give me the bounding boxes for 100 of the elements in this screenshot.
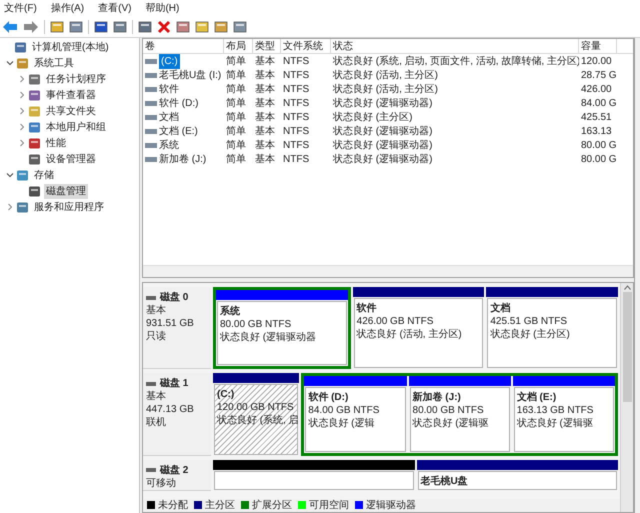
tree-item[interactable]: 系统工具 (32, 56, 76, 70)
partition-info: 状态良好 (逻辑驱动器 (220, 331, 318, 344)
table-cell-text: 简单 (226, 124, 246, 138)
column-header[interactable]: 容量 (579, 39, 617, 53)
table-cell-text: 系统 (159, 138, 179, 152)
volume-row[interactable]: 软件 简单 基本 NTFS 状态良好 (活动, 主分区) 426.00 (143, 82, 633, 96)
volume-row[interactable]: 新加卷 (J:) 简单 基本 NTFS 状态良好 (逻辑驱动器) 80.00 G (143, 152, 633, 166)
forward-arrow-icon[interactable] (23, 20, 39, 34)
toolbar-icon[interactable] (233, 20, 247, 34)
menu-item[interactable]: 操作(A) (50, 0, 84, 16)
toolbar-icon[interactable] (176, 20, 190, 34)
table-cell-text: 软件 (159, 82, 179, 96)
legend-label: 主分区 (205, 498, 235, 513)
volume-row[interactable]: 老毛桃U盘 (I:) 简单 基本 NTFS 状态良好 (活动, 主分区) 28.75 G (143, 68, 633, 82)
tree-icon (28, 104, 41, 118)
tree-item[interactable]: 事件查看器 (44, 88, 98, 102)
vertical-scrollbar[interactable] (620, 283, 633, 512)
tree-item[interactable]: 性能 (44, 136, 68, 150)
volume-row[interactable]: 系统 简单 基本 NTFS 状态良好 (逻辑驱动器) 80.00 G (143, 138, 633, 152)
column-header[interactable]: 布局 (224, 39, 253, 53)
drive-icon (145, 114, 157, 120)
toolbar-icon[interactable] (50, 20, 64, 34)
partition-name: 软件 (D:) (308, 391, 350, 404)
delete-icon[interactable] (157, 20, 171, 34)
tree-icon (28, 120, 41, 134)
partition-info: 120.00 GB NTFS (217, 401, 295, 414)
tree-icon (28, 88, 41, 102)
table-cell-text: 84.00 G (581, 96, 617, 110)
drive-icon (145, 58, 157, 64)
partition-name: 文档 (490, 302, 512, 315)
menu-item[interactable]: 文件(F) (4, 0, 37, 16)
column-header[interactable]: 文件系统 (281, 39, 331, 53)
table-cell-text: NTFS (283, 152, 310, 166)
column-header[interactable]: 状态 (331, 39, 579, 53)
horizontal-scrollbar[interactable] (143, 265, 633, 277)
partition[interactable] (213, 460, 414, 491)
toolbar-icon[interactable] (195, 20, 209, 34)
volume-row[interactable]: 文档 (E:) 简单 基本 NTFS 状态良好 (逻辑驱动器) 163.13 (143, 124, 633, 138)
tree-item[interactable]: 存储 (32, 168, 56, 182)
collapsed-chevron-icon[interactable] (6, 203, 14, 211)
tree-item[interactable]: 共享文件夹 (44, 104, 98, 118)
disk-name: 磁盘 1 (160, 377, 188, 390)
disk-type: 基本 (146, 304, 167, 317)
extended-partition[interactable]: 软件 (D:) 84.00 GB NTFS 状态良好 (逻辑 新加卷 (J:) 80.00 GB NTFS 状态良好 (逻辑驱 文档 (E:) 163.13 GB NTFS 状态良好 (逻辑驱 (301, 373, 618, 456)
table-cell-text: 基本 (255, 124, 275, 138)
tree-icon (16, 200, 29, 214)
disk-name: 磁盘 0 (160, 291, 188, 304)
tree-item[interactable]: 计算机管理(本地) (30, 40, 111, 54)
partition-name: 文档 (E:) (516, 391, 558, 404)
volume-row[interactable]: 软件 (D:) 简单 基本 NTFS 状态良好 (逻辑驱动器) 84.00 G (143, 96, 633, 110)
table-cell-text: 基本 (255, 54, 275, 68)
toolbar-icon[interactable] (113, 20, 127, 34)
table-cell-text: 基本 (255, 110, 275, 124)
back-arrow-icon[interactable] (2, 20, 18, 34)
tree-icon (16, 168, 29, 182)
partition-info: 状态良好 (主分区) (490, 328, 571, 341)
toolbar-icon[interactable] (214, 20, 228, 34)
tree-item[interactable]: 本地用户和组 (44, 120, 108, 134)
table-cell-text: NTFS (283, 68, 310, 82)
table-cell-text: 120.00 (581, 54, 612, 68)
tree-item[interactable]: 设备管理器 (44, 152, 98, 166)
table-cell-text: 状态良好 (活动, 主分区) (333, 82, 438, 96)
partition-name: 老毛桃U盘 (420, 474, 469, 488)
partition-info: 425.51 GB NTFS (490, 315, 568, 328)
table-cell-text: 简单 (226, 152, 246, 166)
scroll-up-icon[interactable] (624, 285, 630, 290)
table-cell-text: 简单 (226, 96, 246, 110)
table-cell-text: 简单 (226, 54, 246, 68)
disk-size: 931.51 GB (146, 317, 195, 330)
tree-item[interactable]: 服务和应用程序 (32, 200, 106, 214)
toolbar-icon[interactable] (94, 20, 108, 34)
tree-icon (16, 56, 29, 70)
disk-size: 447.13 GB (146, 403, 195, 416)
table-cell-text: 简单 (226, 138, 246, 152)
partition-name: 软件 (356, 302, 378, 315)
scroll-thumb[interactable] (622, 292, 632, 402)
table-cell-text: 文档 (E:) (159, 124, 198, 138)
tree-icon (28, 152, 41, 166)
table-cell-text: 基本 (255, 68, 275, 82)
expanded-chevron-icon[interactable] (6, 171, 14, 179)
drive-icon (145, 142, 157, 148)
volume-row[interactable]: 文档 简单 基本 NTFS 状态良好 (主分区) 425.51 (143, 110, 633, 124)
disk-status: 联机 (146, 416, 167, 430)
toolbar-icon[interactable] (138, 20, 152, 34)
toolbar-icon[interactable] (69, 20, 83, 34)
partition-name: (C:) (217, 388, 236, 402)
tree-item[interactable]: 磁盘管理 (44, 184, 88, 198)
menu-item[interactable]: 帮助(H) (145, 0, 180, 16)
partition-name: 系统 (220, 305, 241, 318)
table-cell-text: NTFS (283, 96, 310, 110)
column-header[interactable]: 卷 (143, 39, 224, 53)
tree-item[interactable]: 任务计划程序 (44, 72, 108, 86)
disk-type: 基本 (146, 390, 167, 404)
partition-info: 80.00 GB NTFS (412, 404, 485, 418)
table-cell-text: 基本 (255, 82, 275, 96)
partition-info: 80.00 GB NTFS (220, 318, 292, 331)
expanded-chevron-icon[interactable] (6, 59, 14, 67)
column-header[interactable]: 类型 (253, 39, 281, 53)
drive-icon (145, 156, 157, 162)
menu-item[interactable]: 查看(V) (98, 0, 132, 16)
